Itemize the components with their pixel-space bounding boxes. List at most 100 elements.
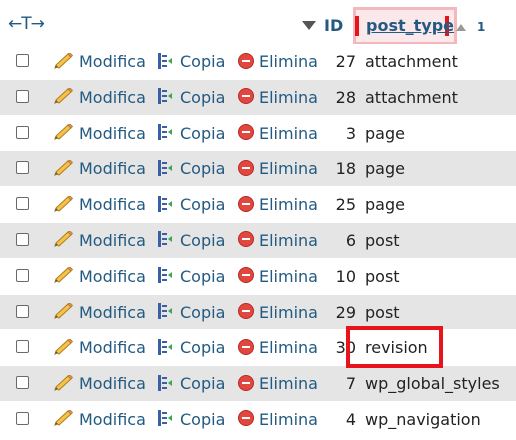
row-checkbox[interactable] <box>16 268 29 282</box>
table-row: Modifica Copia Elimina 6 post <box>0 222 516 259</box>
post-type-cell: post <box>365 266 400 286</box>
pencil-icon <box>54 374 74 391</box>
copy-link[interactable]: Copia <box>156 302 225 324</box>
post-type-cell: page <box>365 123 405 143</box>
delete-link[interactable]: Elimina <box>238 87 318 109</box>
copy-link[interactable]: Copia <box>156 266 225 288</box>
id-cell: 25 <box>335 195 356 215</box>
edit-link[interactable]: Modifica <box>54 51 146 73</box>
delete-link[interactable]: Elimina <box>238 194 318 216</box>
row-checkbox[interactable] <box>16 232 29 246</box>
delete-icon <box>238 159 254 176</box>
id-cell: 28 <box>335 87 356 107</box>
copy-link[interactable]: Copia <box>156 230 225 252</box>
copy-label: Copia <box>180 409 226 429</box>
delete-link[interactable]: Elimina <box>238 230 318 252</box>
delete-link[interactable]: Elimina <box>238 373 318 395</box>
delete-link[interactable]: Elimina <box>238 158 318 180</box>
copy-link[interactable]: Copia <box>156 409 225 431</box>
copy-icon <box>158 267 172 284</box>
edit-link[interactable]: Modifica <box>54 230 146 252</box>
post-type-cell: revision <box>365 338 428 358</box>
table-row: Modifica Copia Elimina 29 post <box>0 294 516 331</box>
id-column-header[interactable]: ID <box>324 16 343 36</box>
edit-link[interactable]: Modifica <box>54 337 146 359</box>
id-cell: 7 <box>345 374 356 394</box>
delete-label: Elimina <box>259 195 318 215</box>
id-cell: 4 <box>345 409 356 429</box>
edit-link[interactable]: Modifica <box>54 87 146 109</box>
table-row: Modifica Copia Elimina 27 attachment <box>0 44 516 80</box>
post-type-cell: attachment <box>365 87 458 107</box>
delete-icon <box>238 410 254 427</box>
copy-link[interactable]: Copia <box>156 87 225 109</box>
row-checkbox[interactable] <box>16 304 29 318</box>
copy-icon <box>158 124 172 141</box>
delete-label: Elimina <box>259 52 318 71</box>
delete-icon <box>238 52 254 69</box>
delete-label: Elimina <box>259 338 318 358</box>
delete-icon <box>238 88 254 105</box>
pencil-icon <box>54 267 74 284</box>
post-type-cell: wp_global_styles <box>365 374 500 394</box>
copy-link[interactable]: Copia <box>156 158 225 180</box>
row-checkbox[interactable] <box>16 340 29 354</box>
id-cell: 30 <box>335 338 356 358</box>
edit-link[interactable]: Modifica <box>54 409 146 431</box>
table-row: Modifica Copia Elimina 10 post <box>0 258 516 295</box>
copy-icon <box>158 195 172 212</box>
copy-icon <box>158 410 172 427</box>
id-cell: 6 <box>345 230 356 250</box>
delete-link[interactable]: Elimina <box>238 337 318 359</box>
copy-label: Copia <box>180 230 226 250</box>
edit-link[interactable]: Modifica <box>54 194 146 216</box>
post-type-cell: attachment <box>365 52 458 71</box>
table-body: Modifica Copia Elimina 27 attachment Mod… <box>0 44 516 438</box>
edit-link[interactable]: Modifica <box>54 266 146 288</box>
delete-label: Elimina <box>259 266 318 286</box>
edit-label: Modifica <box>79 338 146 358</box>
delete-link[interactable]: Elimina <box>238 266 318 288</box>
edit-label: Modifica <box>79 87 146 107</box>
edit-label: Modifica <box>79 52 146 71</box>
table-row: Modifica Copia Elimina 18 page <box>0 151 516 188</box>
row-checkbox[interactable] <box>16 376 29 390</box>
delete-link[interactable]: Elimina <box>238 51 318 73</box>
copy-link[interactable]: Copia <box>156 51 225 73</box>
pencil-icon <box>54 88 74 105</box>
delete-icon <box>238 195 254 212</box>
delete-icon <box>238 267 254 284</box>
copy-link[interactable]: Copia <box>156 373 225 395</box>
row-checkbox[interactable] <box>16 89 29 103</box>
post-type-column-header[interactable]: post_type <box>366 16 454 36</box>
row-checkbox[interactable] <box>16 411 29 425</box>
table-row: Modifica Copia Elimina 25 page <box>0 187 516 223</box>
copy-label: Copia <box>180 87 226 107</box>
copy-link[interactable]: Copia <box>156 337 225 359</box>
pencil-icon <box>54 410 74 427</box>
delete-link[interactable]: Elimina <box>238 123 318 145</box>
copy-label: Copia <box>180 266 226 286</box>
edit-link[interactable]: Modifica <box>54 373 146 395</box>
edit-label: Modifica <box>79 302 146 322</box>
delete-icon <box>238 374 254 391</box>
edit-link[interactable]: Modifica <box>54 158 146 180</box>
delete-link[interactable]: Elimina <box>238 302 318 324</box>
delete-link[interactable]: Elimina <box>238 409 318 431</box>
row-checkbox[interactable] <box>16 197 29 211</box>
id-cell: 29 <box>335 302 356 322</box>
column-nav-arrows[interactable]: ←T→ <box>8 14 45 34</box>
row-checkbox[interactable] <box>16 54 29 67</box>
edit-link[interactable]: Modifica <box>54 302 146 324</box>
options-dropdown-icon[interactable] <box>302 21 316 30</box>
copy-link[interactable]: Copia <box>156 194 225 216</box>
sort-ascending-icon[interactable] <box>456 24 466 31</box>
row-checkbox[interactable] <box>16 125 29 139</box>
copy-label: Copia <box>180 52 226 71</box>
pencil-icon <box>54 338 74 355</box>
copy-link[interactable]: Copia <box>156 123 225 145</box>
table-row: Modifica Copia Elimina 7 wp_global_style… <box>0 366 516 402</box>
edit-link[interactable]: Modifica <box>54 123 146 145</box>
edit-label: Modifica <box>79 409 146 429</box>
row-checkbox[interactable] <box>16 161 29 175</box>
